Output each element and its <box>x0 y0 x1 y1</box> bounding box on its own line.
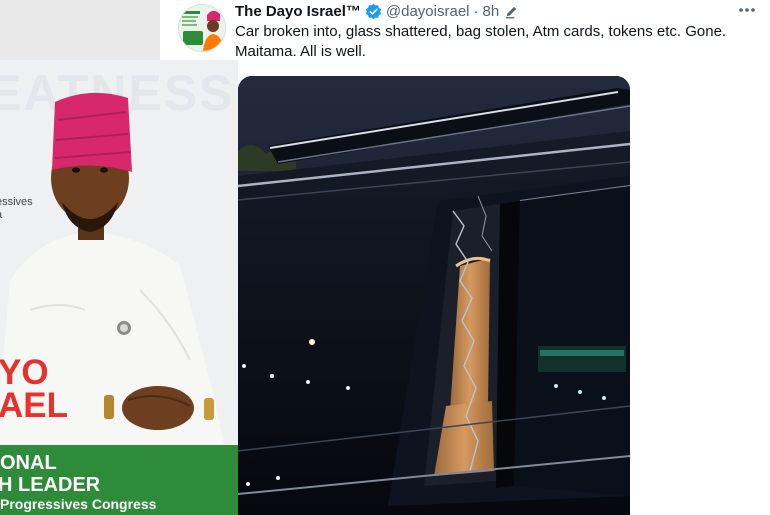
poster-name-line2: AEL <box>0 386 68 425</box>
poster-name-line1: YO <box>0 353 49 392</box>
background-strip <box>0 0 160 60</box>
author-name[interactable]: The Dayo Israel™ <box>235 3 361 20</box>
poster-band-line1: ONAL <box>0 452 57 474</box>
poster-band-line2: H LEADER <box>0 474 101 496</box>
edited-icon[interactable] <box>504 4 519 19</box>
author-handle[interactable]: @dayoisrael <box>386 3 470 20</box>
tweet-media-photo[interactable] <box>238 76 630 515</box>
tweet-header: The Dayo Israel™ @dayoisrael · 8h <box>235 1 519 21</box>
tweet-timestamp[interactable]: 8h <box>483 3 500 20</box>
tweet-text: Car broken into, glass shattered, bag st… <box>235 23 727 60</box>
poster-band-line3: Progressives Congress <box>0 496 157 512</box>
separator-dot: · <box>473 2 479 20</box>
campaign-poster-image: EATNESS essives a YO AEL ONAL H LEADER P… <box>0 60 238 515</box>
avatar[interactable] <box>178 4 226 52</box>
poster-name: YO AEL <box>0 353 68 425</box>
more-options-icon[interactable] <box>734 0 760 20</box>
verified-badge-icon <box>365 3 382 20</box>
